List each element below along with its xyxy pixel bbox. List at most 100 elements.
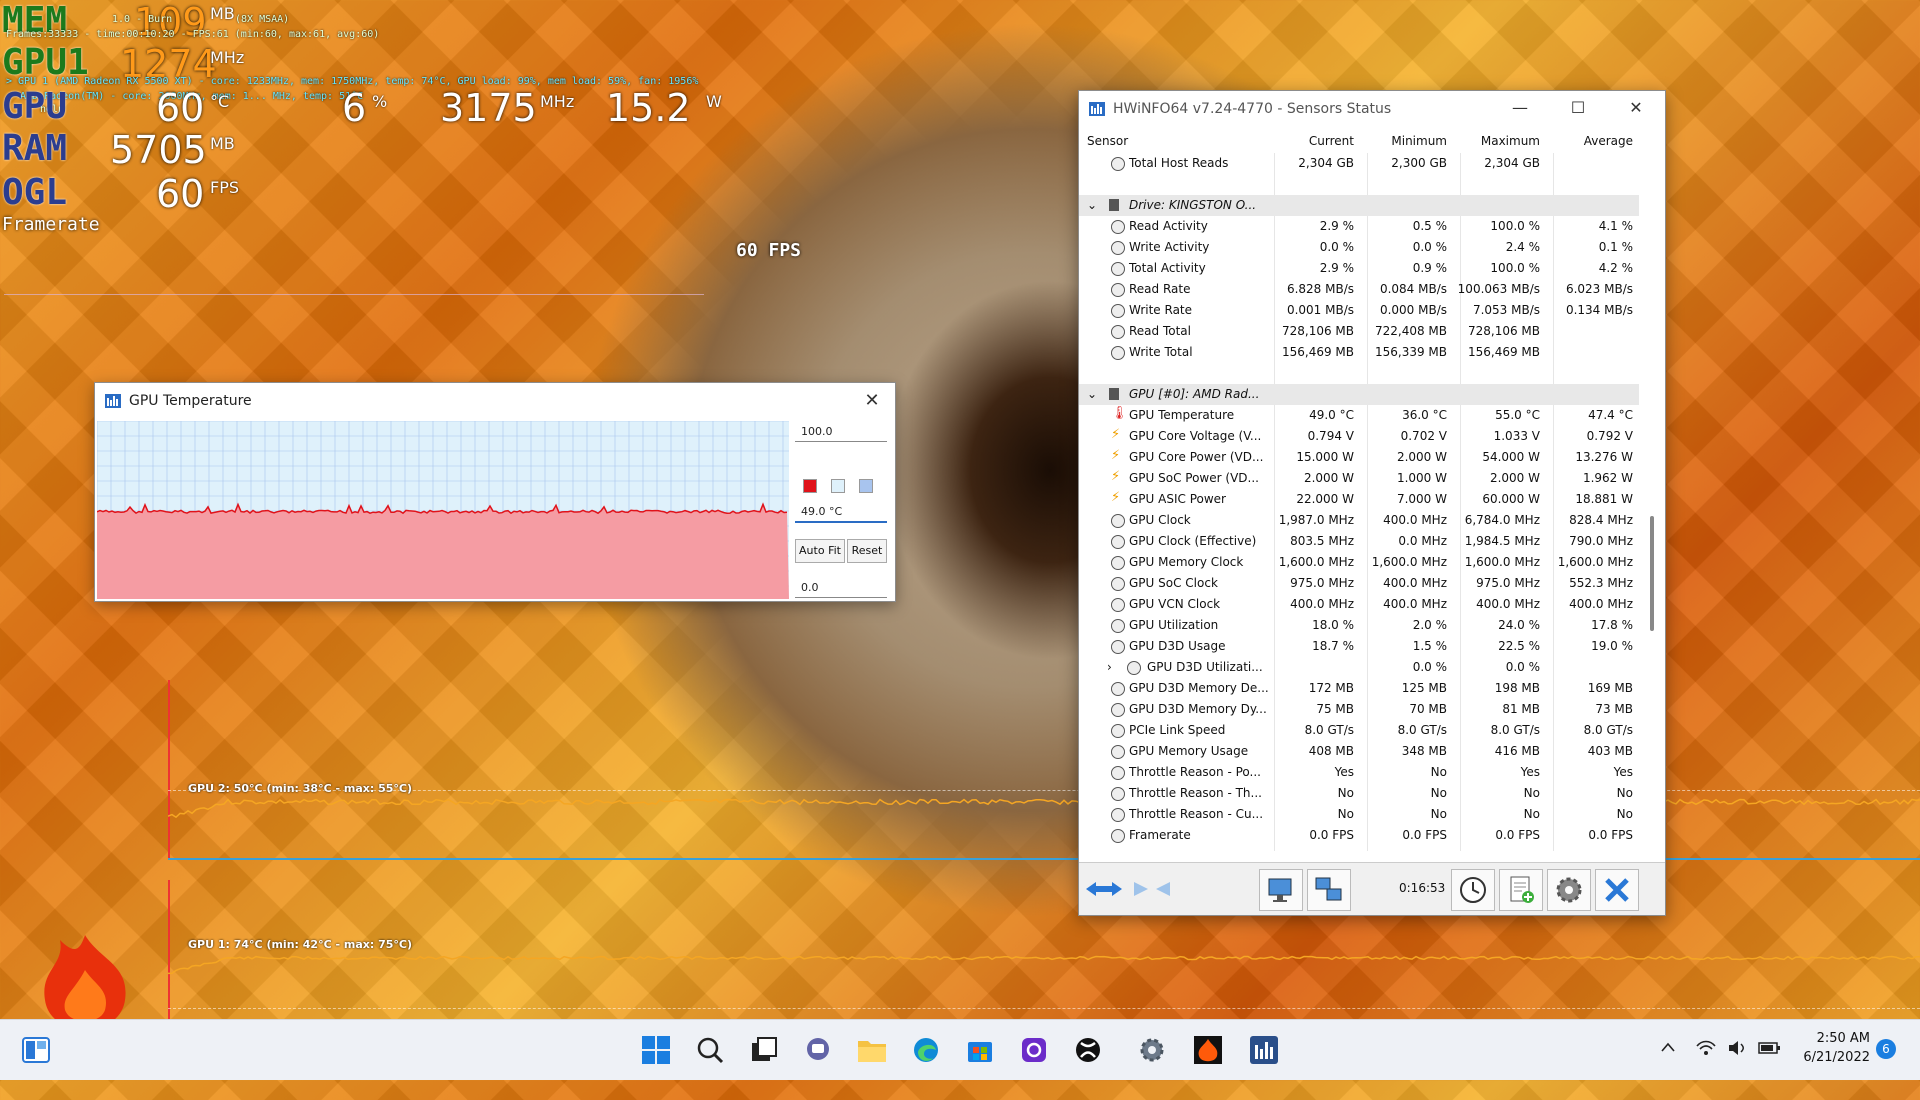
- table-row[interactable]: › GPU D3D Utilizati... 0.0 % 0.0 %: [1079, 657, 1639, 678]
- sensor-group-row[interactable]: ⌄ GPU [#0]: AMD Rad...: [1079, 384, 1639, 405]
- gpu-temperature-window[interactable]: GPU Temperature ✕ 100.0 49.0 °C Auto Fit…: [94, 382, 896, 602]
- col-average[interactable]: Average: [1584, 134, 1633, 148]
- line-color-swatch[interactable]: [803, 479, 817, 493]
- expand-arrows-button[interactable]: [1083, 869, 1125, 909]
- col-maximum[interactable]: Maximum: [1481, 134, 1540, 148]
- reset-timer-button[interactable]: [1451, 869, 1495, 911]
- table-row[interactable]: GPU Utilization 18.0 % 2.0 % 24.0 % 17.8 %: [1079, 615, 1639, 636]
- store-icon[interactable]: [964, 1034, 996, 1066]
- background-color-swatch[interactable]: [831, 479, 845, 493]
- table-row[interactable]: Throttle Reason - Po... Yes No Yes Yes: [1079, 762, 1639, 783]
- notification-badge[interactable]: 6: [1876, 1039, 1896, 1059]
- sensor-clock-icon: [1111, 619, 1125, 633]
- table-row[interactable]: Throttle Reason - Th... No No No No: [1079, 783, 1639, 804]
- hwinfo-titlebar[interactable]: HWiNFO64 v7.24-4770 - Sensors Status — ☐…: [1079, 91, 1665, 127]
- table-row[interactable]: GPU VCN Clock 400.0 MHz 400.0 MHz 400.0 MHz…: [1079, 594, 1639, 615]
- chevron-right-icon[interactable]: ›: [1107, 660, 1112, 674]
- minimum-value: 0.0 %: [1412, 240, 1447, 254]
- col-sensor[interactable]: Sensor: [1087, 134, 1128, 148]
- col-minimum[interactable]: Minimum: [1391, 134, 1447, 148]
- table-row[interactable]: Framerate 0.0 FPS 0.0 FPS 0.0 FPS 0.0 FPS: [1079, 825, 1639, 846]
- table-row[interactable]: ⚡ GPU Core Power (VD... 15.000 W 2.000 W 54.…: [1079, 447, 1639, 468]
- file-explorer-icon[interactable]: [856, 1034, 888, 1066]
- clock[interactable]: 2:50 AM 6/21/2022: [1792, 1030, 1870, 1090]
- network-button[interactable]: [1259, 869, 1303, 911]
- edge-icon[interactable]: [910, 1034, 942, 1066]
- hwinfo-sensors-window[interactable]: HWiNFO64 v7.24-4770 - Sensors Status — ☐…: [1078, 90, 1666, 916]
- table-row[interactable]: GPU Memory Usage 408 MB 348 MB 416 MB 403 MB: [1079, 741, 1639, 762]
- average-value: 47.4 °C: [1588, 408, 1633, 422]
- maximum-value: 416 MB: [1494, 744, 1540, 758]
- close-icon[interactable]: ✕: [1607, 91, 1665, 127]
- table-row[interactable]: GPU D3D Usage 18.7 % 1.5 % 22.5 % 19.0 %: [1079, 636, 1639, 657]
- table-row[interactable]: Write Total 156,469 MB 156,339 MB 156,469 M…: [1079, 342, 1639, 363]
- logging-button[interactable]: [1499, 869, 1543, 911]
- widgets-icon[interactable]: [20, 1034, 52, 1066]
- table-row[interactable]: Read Total 728,106 MB 722,408 MB 728,106 MB: [1079, 321, 1639, 342]
- close-icon[interactable]: ✕: [859, 389, 885, 413]
- sensor-table-header: Sensor Current Minimum Maximum Average: [1079, 131, 1639, 151]
- show-hidden-icons[interactable]: [1660, 1040, 1676, 1100]
- table-row[interactable]: Total Host Reads 2,304 GB 2,300 GB 2,304 GB: [1079, 153, 1639, 174]
- vpn-icon[interactable]: [1018, 1034, 1050, 1066]
- battery-icon[interactable]: [1758, 1040, 1782, 1100]
- minimum-value: 156,339 MB: [1374, 345, 1447, 359]
- minimize-icon[interactable]: —: [1491, 91, 1549, 127]
- col-current[interactable]: Current: [1309, 134, 1354, 148]
- sensor-group-row[interactable]: ⌄ Drive: KINGSTON O...: [1079, 195, 1639, 216]
- settings-icon[interactable]: [1136, 1034, 1168, 1066]
- sensor-name: GPU SoC Clock: [1129, 576, 1218, 590]
- osd-ogl-value: 60: [156, 172, 205, 216]
- chevron-down-icon[interactable]: ⌄: [1087, 387, 1097, 401]
- hwinfo-app-icon: [105, 394, 121, 408]
- device-icon: [1109, 388, 1119, 400]
- teams-chat-icon[interactable]: [802, 1034, 834, 1066]
- maximum-value: 156,469 MB: [1467, 345, 1540, 359]
- hwinfo-icon[interactable]: [1248, 1034, 1280, 1066]
- current-value: 0.0 %: [1319, 240, 1354, 254]
- search-icon[interactable]: [694, 1034, 726, 1066]
- chevron-down-icon[interactable]: ⌄: [1087, 198, 1097, 212]
- table-row[interactable]: Read Activity 2.9 % 0.5 % 100.0 % 4.1 %: [1079, 216, 1639, 237]
- table-row[interactable]: ⚡ GPU Core Voltage (V... 0.794 V 0.702 V 1.0…: [1079, 426, 1639, 447]
- table-row[interactable]: GPU D3D Memory Dy... 75 MB 70 MB 81 MB 73 MB: [1079, 699, 1639, 720]
- wifi-icon[interactable]: [1696, 1040, 1716, 1100]
- auto-fit-button[interactable]: Auto Fit: [795, 539, 845, 563]
- graph-current-value: 49.0 °C: [795, 503, 887, 523]
- reset-button[interactable]: Reset: [847, 539, 887, 563]
- sensor-table[interactable]: Total Host Reads 2,304 GB 2,300 GB 2,304 GB…: [1079, 153, 1639, 851]
- table-row[interactable]: ⚡ GPU SoC Power (VD... 2.000 W 1.000 W 2.000…: [1079, 468, 1639, 489]
- table-row[interactable]: GPU Clock (Effective) 803.5 MHz 0.0 MHz 1,9…: [1079, 531, 1639, 552]
- close-hwinfo-button[interactable]: [1595, 869, 1639, 911]
- table-row[interactable]: 🌡 GPU Temperature 49.0 °C 36.0 °C 55.0 °C 47.…: [1079, 405, 1639, 426]
- gpu-temp-titlebar[interactable]: GPU Temperature ✕: [95, 383, 895, 419]
- table-row[interactable]: Read Rate 6.828 MB/s 0.084 MB/s 100.063 MB/…: [1079, 279, 1639, 300]
- table-row[interactable]: PCIe Link Speed 8.0 GT/s 8.0 GT/s 8.0 GT/s 8…: [1079, 720, 1639, 741]
- sensor-scrollbar[interactable]: [1645, 131, 1659, 851]
- settings-button[interactable]: [1547, 869, 1591, 911]
- maximize-icon[interactable]: ☐: [1549, 91, 1607, 127]
- gpu-temp-window-title: GPU Temperature: [129, 393, 252, 409]
- table-row[interactable]: ⚡ GPU ASIC Power 22.000 W 7.000 W 60.000 W 18…: [1079, 489, 1639, 510]
- connect-button[interactable]: [1307, 869, 1351, 911]
- table-row[interactable]: Write Activity 0.0 % 0.0 % 2.4 % 0.1 %: [1079, 237, 1639, 258]
- table-row[interactable]: GPU D3D Memory De... 172 MB 125 MB 198 MB 16…: [1079, 678, 1639, 699]
- table-row[interactable]: GPU Memory Clock 1,600.0 MHz 1,600.0 MHz 1,…: [1079, 552, 1639, 573]
- xbox-icon[interactable]: [1072, 1034, 1104, 1066]
- table-row[interactable]: Throttle Reason - Cu... No No No No: [1079, 804, 1639, 825]
- table-row[interactable]: Write Rate 0.001 MB/s 0.000 MB/s 7.053 MB/s…: [1079, 300, 1639, 321]
- collapse-arrows-button[interactable]: [1131, 869, 1173, 909]
- osd-gpu-label: GPU: [2, 86, 68, 127]
- table-row[interactable]: GPU SoC Clock 975.0 MHz 400.0 MHz 975.0 MHz…: [1079, 573, 1639, 594]
- scrollbar-thumb[interactable]: [1650, 516, 1654, 631]
- windows-start-icon[interactable]: [640, 1034, 672, 1066]
- grid-color-swatch[interactable]: [859, 479, 873, 493]
- minimum-value: 0.0 FPS: [1402, 828, 1447, 842]
- lightning-icon: ⚡: [1111, 469, 1121, 484]
- furmark-icon[interactable]: [1192, 1034, 1224, 1066]
- task-view-icon[interactable]: [748, 1034, 780, 1066]
- table-row[interactable]: Total Activity 2.9 % 0.9 % 100.0 % 4.2 %: [1079, 258, 1639, 279]
- table-row[interactable]: GPU Clock 1,987.0 MHz 400.0 MHz 6,784.0 MHz…: [1079, 510, 1639, 531]
- volume-icon[interactable]: [1728, 1040, 1748, 1100]
- sensor-clock-icon: [1111, 283, 1125, 297]
